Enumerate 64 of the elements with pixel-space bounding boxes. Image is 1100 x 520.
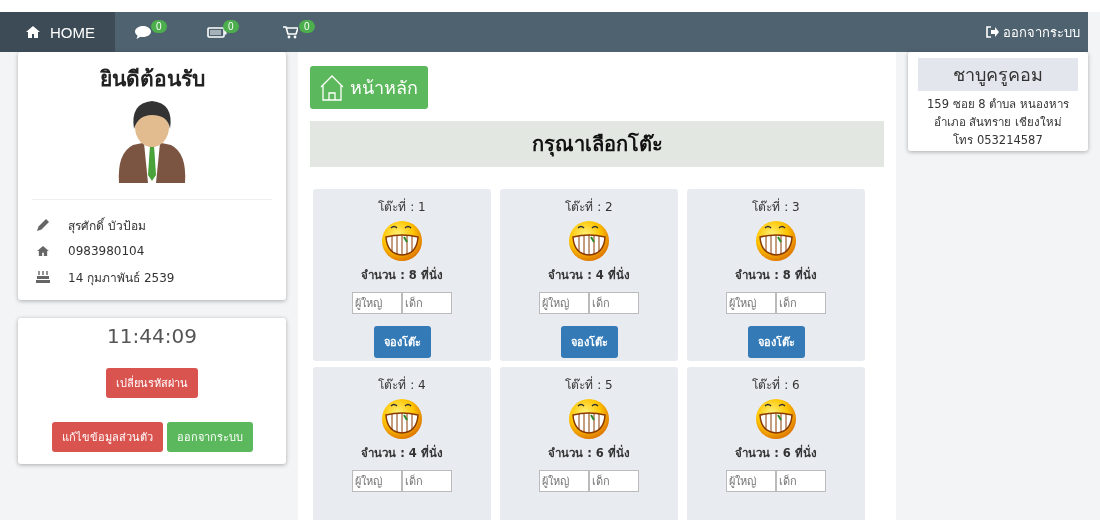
count-badge: 0	[223, 20, 239, 33]
table-number: โต๊ะที่ : 4	[378, 375, 426, 394]
logout-link[interactable]: ออกจากระบบ	[978, 12, 1088, 52]
adult-input[interactable]: ผู้ใหญ่	[539, 470, 589, 492]
account-button[interactable]: เปลี่ยนรหัสผ่าน	[106, 368, 198, 398]
profile-detail: สุรศักดิ์ บัวป้อม	[68, 216, 146, 235]
cake-icon	[36, 271, 50, 283]
child-input[interactable]: เด็ก	[776, 470, 826, 492]
logout-button[interactable]: ออกจากระบบ	[166, 422, 253, 452]
adult-input[interactable]: ผู้ใหญ่	[726, 292, 776, 314]
child-input[interactable]: เด็ก	[776, 292, 826, 314]
child-input[interactable]: เด็ก	[589, 292, 639, 314]
shop-phone: โทร 053214587	[952, 132, 1044, 149]
adult-input[interactable]: ผู้ใหญ่	[539, 292, 589, 314]
table-number: โต๊ะที่ : 2	[565, 197, 613, 216]
grinning-face-icon	[567, 398, 611, 440]
pencil-icon	[36, 219, 50, 231]
table-number: โต๊ะที่ : 6	[752, 375, 800, 394]
seat-count: จำนวน : 4 ที่นั่ง	[548, 266, 630, 284]
profile-detail: 0983980104	[68, 244, 145, 258]
count-badge: 0	[299, 20, 315, 33]
cart-icon	[283, 25, 298, 39]
seat-count: จำนวน : 6 ที่นั่ง	[548, 444, 630, 462]
home-icon	[36, 246, 50, 256]
grinning-face-icon	[567, 220, 611, 262]
chat-bubble-icon	[135, 25, 151, 39]
battery-nav-button[interactable]: 0	[187, 12, 263, 52]
clock-time: 11:44:09	[106, 324, 198, 348]
book-button[interactable]: จองโต๊ะ	[373, 326, 431, 358]
table-number: โต๊ะที่ : 3	[752, 197, 800, 216]
battery-icon	[207, 26, 227, 38]
table-number: โต๊ะที่ : 1	[378, 197, 426, 216]
grinning-face-icon	[380, 398, 424, 440]
cart-nav-button[interactable]: 0	[263, 12, 334, 52]
seat-count: จำนวน : 6 ที่นั่ง	[735, 444, 817, 462]
adult-input[interactable]: ผู้ใหญ่	[352, 470, 402, 492]
book-button[interactable]: จองโต๊ะ	[560, 326, 618, 358]
grinning-face-icon	[754, 398, 798, 440]
account-button[interactable]: แก้ไขข้อมูลส่วนตัว	[51, 422, 163, 452]
home-button[interactable]: หน้าหลัก	[310, 66, 428, 109]
count-badge: 0	[151, 20, 167, 33]
shop-address: 159 ซอย 8 ตำบล หนองหาร อำเภอ สันทราย เชียงใหม่	[926, 96, 1070, 131]
table-number: โต๊ะที่ : 5	[565, 375, 613, 394]
house-icon	[320, 74, 344, 101]
seat-count: จำนวน : 8 ที่นั่ง	[735, 266, 817, 284]
child-input[interactable]: เด็ก	[402, 470, 452, 492]
seat-count: จำนวน : 4 ที่นั่ง	[361, 444, 443, 462]
sign-out-icon	[986, 26, 999, 38]
seat-count: จำนวน : 8 ที่นั่ง	[361, 266, 443, 284]
child-input[interactable]: เด็ก	[402, 292, 452, 314]
child-input[interactable]: เด็ก	[589, 470, 639, 492]
section-heading: กรุณาเลือกโต๊ะ	[310, 121, 884, 167]
adult-input[interactable]: ผู้ใหญ่	[352, 292, 402, 314]
user-silhouette-icon	[117, 99, 187, 185]
grinning-face-icon	[754, 220, 798, 262]
grinning-face-icon	[380, 220, 424, 262]
chat-nav-button[interactable]: 0	[115, 12, 187, 52]
home-nav-button[interactable]: HOME	[0, 12, 115, 52]
welcome-title: ยินดีต้อนรับ	[98, 66, 206, 93]
home-icon	[26, 26, 40, 38]
profile-detail: 14 กุมภาพันธ์ 2539	[68, 269, 175, 287]
book-button[interactable]: จองโต๊ะ	[747, 326, 805, 358]
shop-name: ชาบูครูคอม	[918, 58, 1078, 91]
adult-input[interactable]: ผู้ใหญ่	[726, 470, 776, 492]
